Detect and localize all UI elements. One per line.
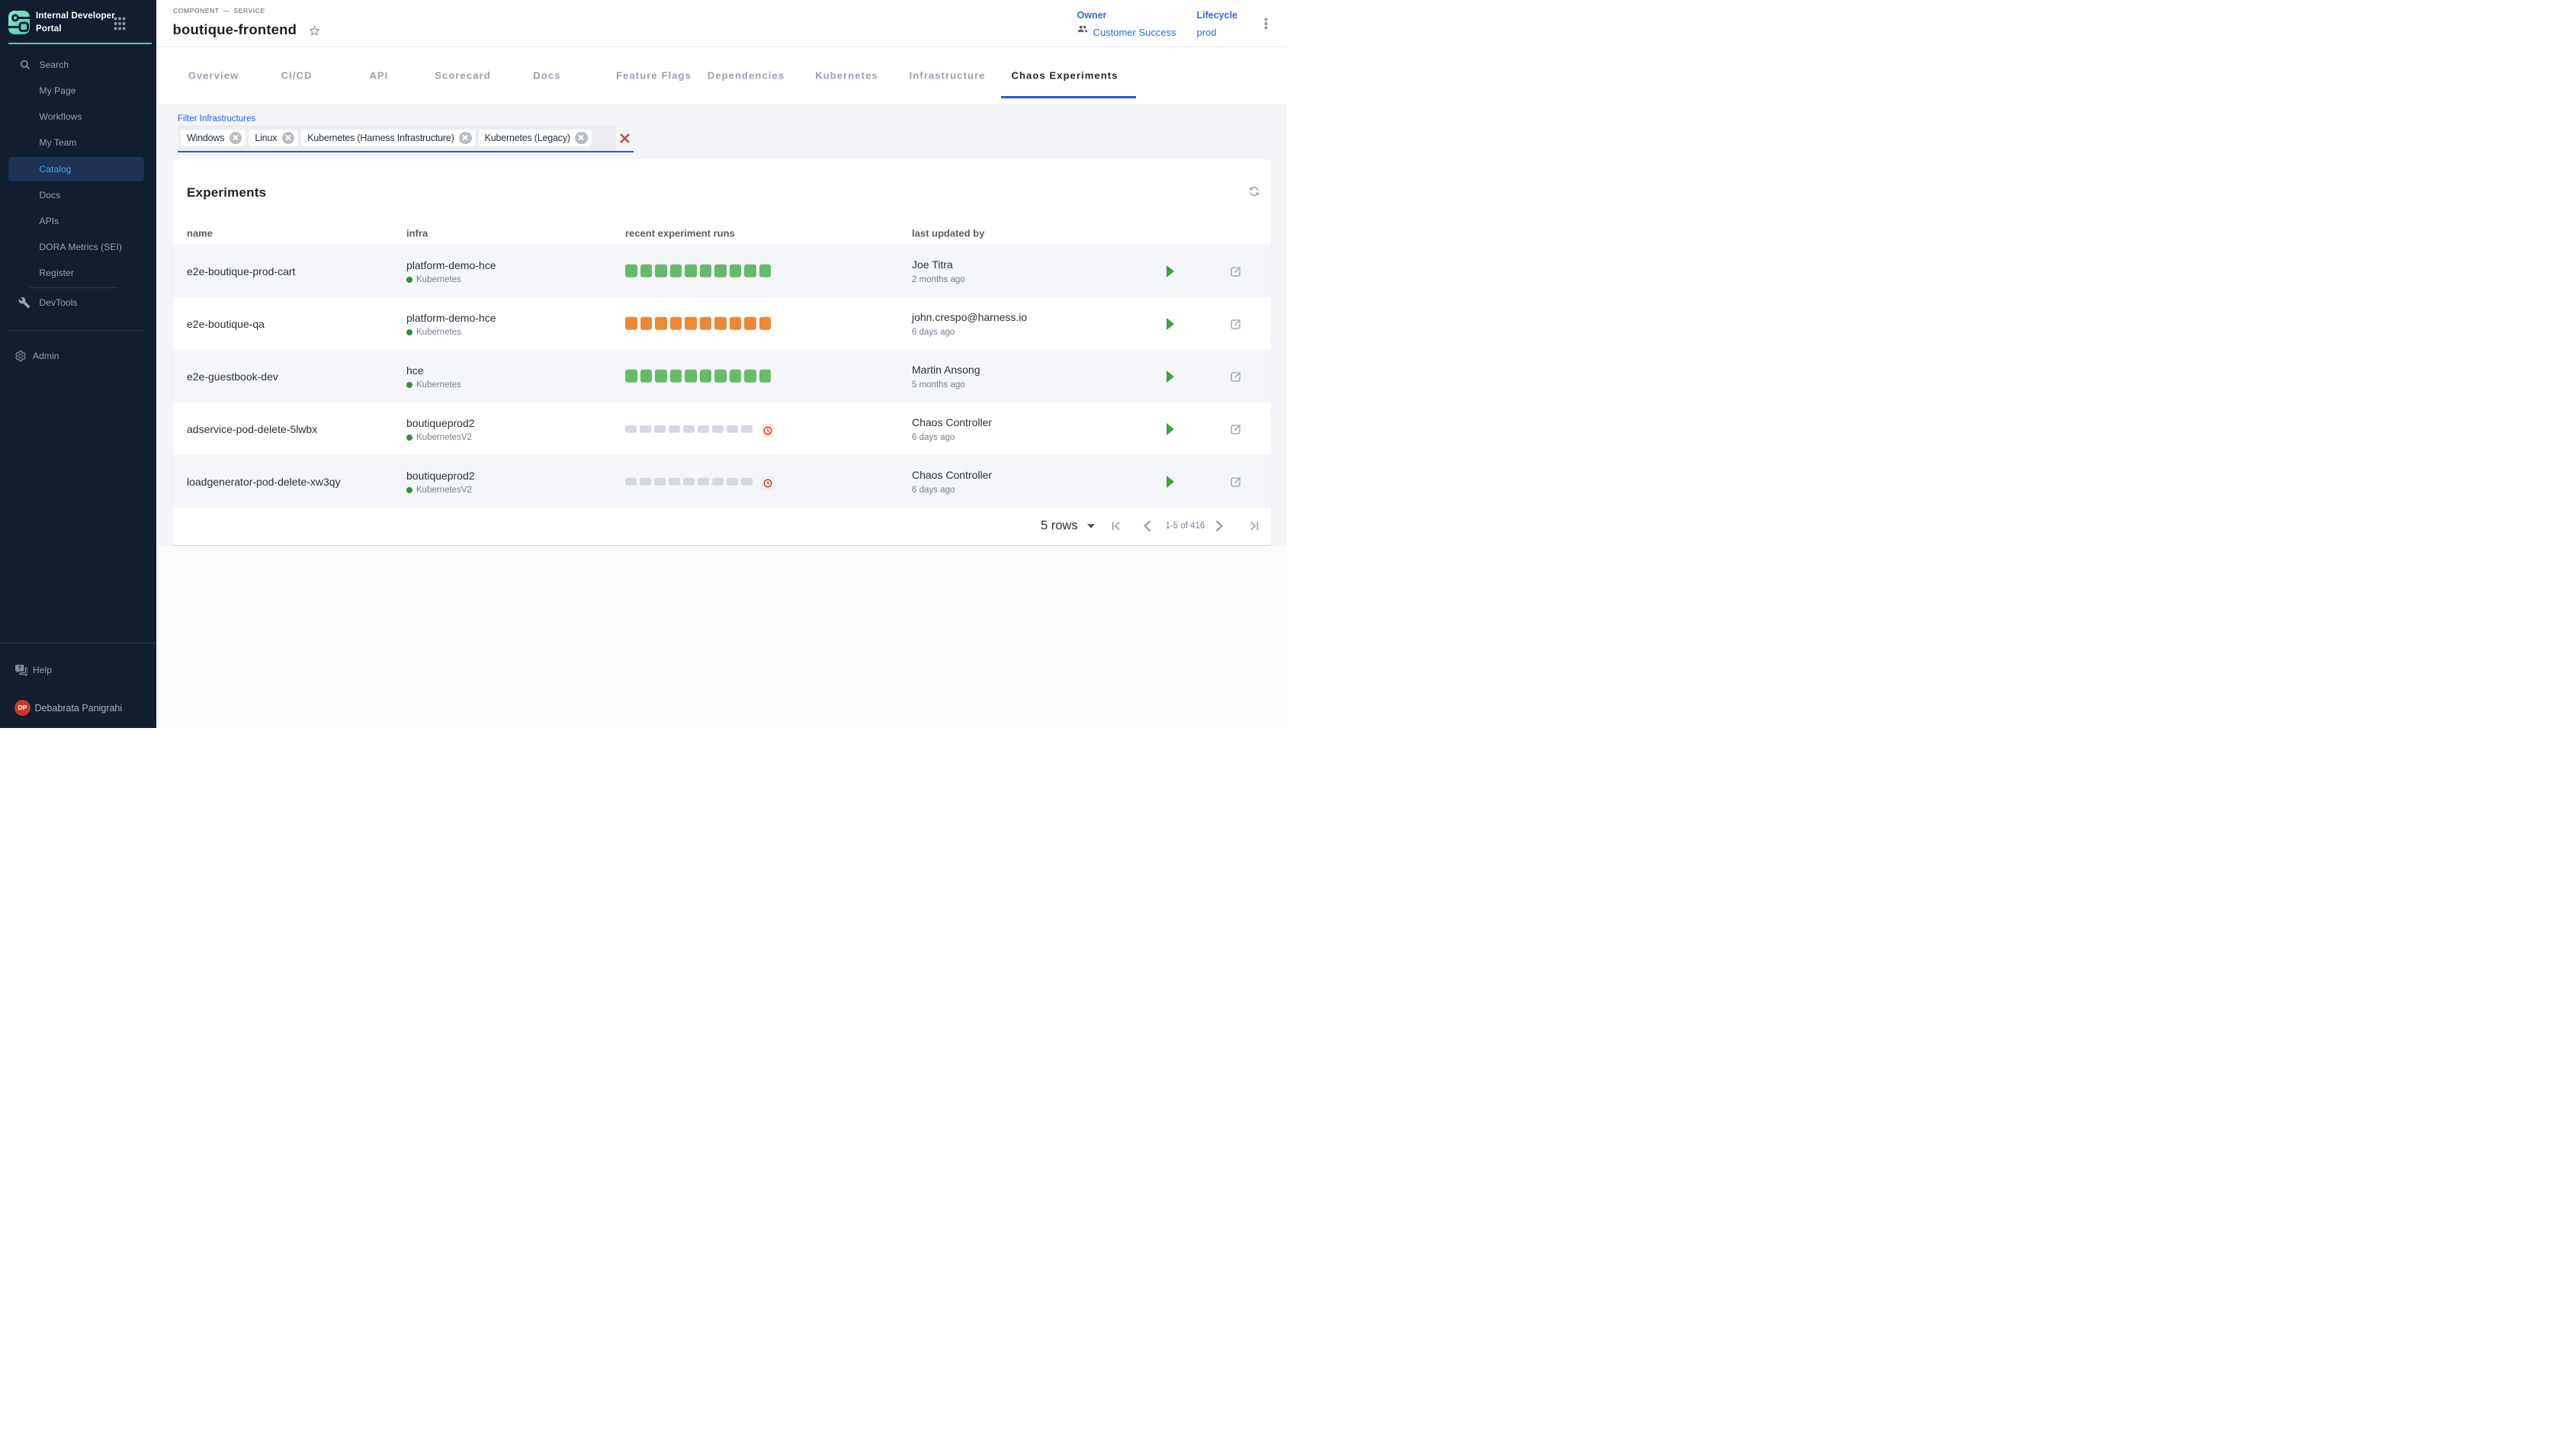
svg-text:?: ? bbox=[18, 665, 21, 672]
